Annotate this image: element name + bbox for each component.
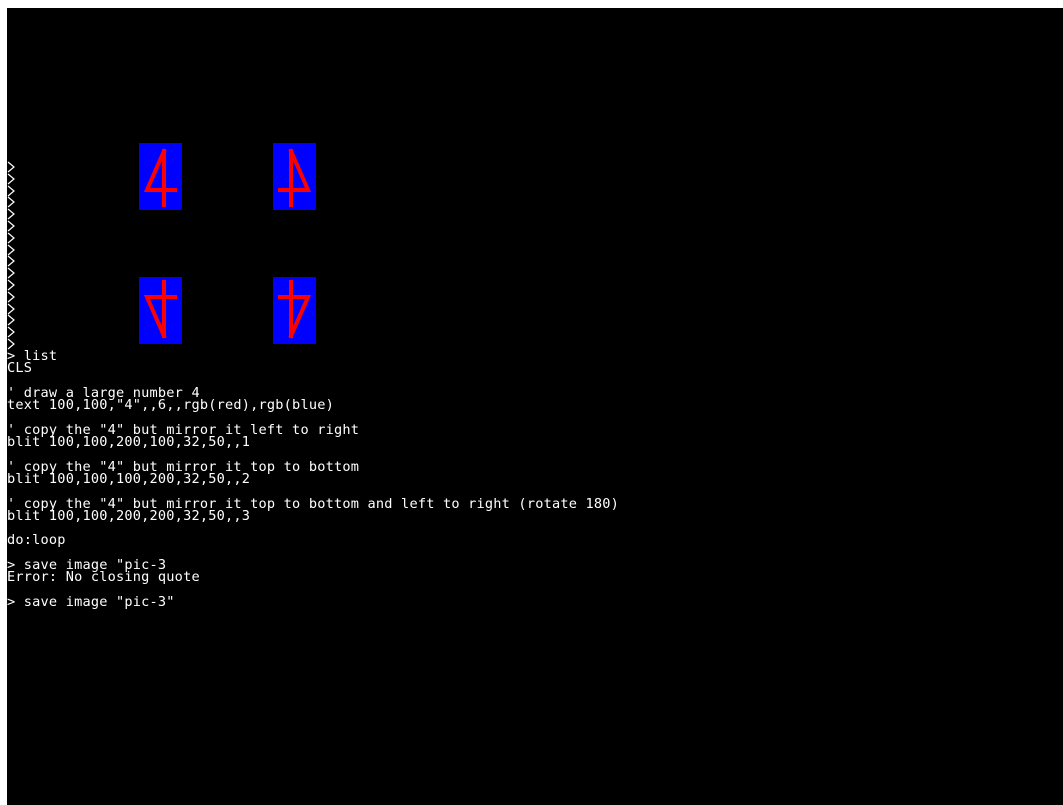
prompt-chevron-icon bbox=[7, 291, 17, 303]
console-output[interactable]: > list CLS ' draw a large number 4 text 100… bbox=[7, 348, 619, 610]
digit-four-flipped-icon bbox=[143, 280, 177, 339]
console-line: blit 100,100,200,100,32,50,,1 bbox=[7, 434, 251, 451]
prompt-chevron-icon bbox=[7, 255, 17, 267]
prompt-chevron-icon bbox=[7, 220, 17, 232]
prompt-chevron-icon bbox=[7, 326, 17, 338]
console-line: > save image "pic-3" bbox=[7, 593, 175, 610]
prompt-chevron-icon bbox=[7, 279, 17, 291]
digit-four-rotated-icon bbox=[278, 280, 312, 339]
digit-four-icon bbox=[143, 148, 177, 207]
prompt-chevron-icon bbox=[7, 244, 17, 256]
panel-mirror-top-bottom bbox=[139, 277, 182, 344]
prompt-chevron-icon bbox=[7, 161, 17, 173]
prompt-chevron-icon bbox=[7, 314, 17, 326]
console-line: blit 100,100,100,200,32,50,,2 bbox=[7, 470, 251, 487]
panel-rotate-180 bbox=[273, 277, 316, 344]
console-line: > list bbox=[7, 348, 58, 364]
panel-original bbox=[139, 143, 182, 210]
console-line: text 100,100,"4",,6,,rgb(red),rgb(blue) bbox=[7, 397, 334, 414]
prompt-chevron-icon bbox=[7, 303, 17, 315]
console-line: CLS bbox=[7, 360, 33, 377]
prompt-chevron-icon bbox=[7, 173, 17, 185]
terminal-screen[interactable]: > list CLS ' draw a large number 4 text 100… bbox=[7, 8, 1063, 805]
console-line: do:loop bbox=[7, 532, 66, 549]
console-line: Error: No closing quote bbox=[7, 569, 200, 586]
prompt-chevron-icon bbox=[7, 208, 17, 220]
prompt-chevron-icon bbox=[7, 232, 17, 244]
prompt-chevron-icon bbox=[7, 196, 17, 208]
prompt-chevron-icon bbox=[7, 267, 17, 279]
panel-mirror-left-right bbox=[273, 143, 316, 210]
prompt-chevron-icon bbox=[7, 185, 17, 197]
digit-four-mirrored-icon bbox=[278, 148, 312, 207]
console-line: blit 100,100,200,200,32,50,,3 bbox=[7, 507, 251, 524]
